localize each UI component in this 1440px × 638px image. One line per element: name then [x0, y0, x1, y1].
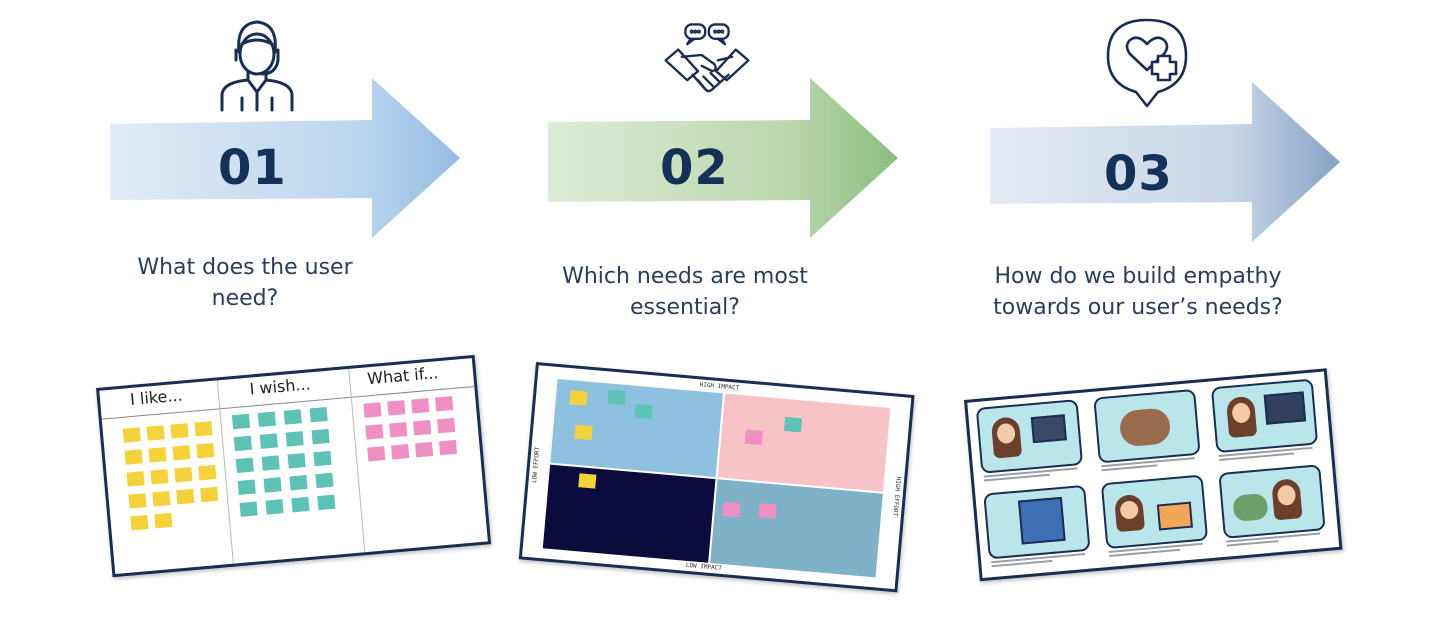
column-title-whatif: What if...	[366, 363, 440, 389]
quadrant-fill-ins	[542, 464, 716, 563]
swatches-illustration	[1156, 501, 1193, 531]
sticky-note	[146, 425, 165, 441]
sticky-note	[263, 477, 282, 493]
matrix-top-label: HIGH IMPACT	[699, 381, 740, 392]
sticky-note	[758, 503, 777, 519]
sticky-note	[783, 416, 803, 433]
sticky-note	[198, 464, 217, 481]
sticky-note	[176, 488, 195, 505]
step-question: Which needs are most essential?	[562, 264, 808, 320]
sticky-note	[265, 499, 284, 515]
sticky-note	[128, 493, 147, 509]
sticky-note	[237, 479, 256, 495]
sticky-note	[365, 424, 384, 440]
sticky-note	[239, 501, 258, 517]
empathy-storyboard	[964, 368, 1343, 582]
sticky-note	[363, 402, 382, 418]
sticky-note	[415, 441, 434, 458]
sticky-note	[170, 423, 189, 439]
step-number: 03	[1104, 146, 1173, 202]
sticky-note	[285, 431, 304, 447]
sticky-note	[315, 472, 334, 489]
sticky-note	[367, 446, 386, 462]
sticky-note	[148, 447, 167, 463]
sticky-note	[196, 442, 215, 459]
sticky-note	[317, 494, 336, 511]
affinity-board: I like... I wish... What if...	[96, 354, 492, 578]
sticky-note	[391, 444, 410, 460]
sticky-note	[578, 473, 597, 489]
sticky-note	[150, 469, 169, 485]
sticky-note	[291, 496, 310, 513]
sticky-note	[172, 445, 191, 461]
impact-effort-matrix: HIGH IMPACT LOW IMPACT LOW EFFORT HIGH E…	[518, 362, 915, 593]
sticky-note	[126, 471, 145, 487]
sticky-note	[200, 486, 219, 503]
sticky-note	[722, 501, 741, 518]
sticky-note	[311, 428, 330, 445]
column-title-wish: I wish...	[248, 374, 312, 399]
sticky-note	[231, 413, 251, 430]
sticky-note	[607, 389, 626, 405]
sticky-note	[261, 455, 280, 471]
sticky-note	[411, 398, 430, 414]
sticky-note	[287, 453, 306, 469]
sticky-note	[233, 435, 252, 452]
sticky-note	[634, 403, 653, 420]
step-number: 02	[660, 140, 729, 196]
floorplan-illustration	[1017, 496, 1066, 545]
matrix-left-label: LOW EFFORT	[531, 446, 542, 484]
sticky-note	[194, 421, 213, 437]
sticky-note	[389, 422, 408, 438]
step-question: How do we build empathy towards our user…	[993, 264, 1283, 320]
sticky-note	[130, 515, 149, 531]
sticky-note	[569, 390, 588, 406]
step-question: What does the user need?	[137, 255, 353, 311]
sticky-note	[124, 449, 143, 465]
screen-illustration	[1263, 391, 1307, 425]
step-3: 03 How do we build empathy towards our u…	[880, 0, 1343, 638]
step-number: 01	[218, 140, 287, 196]
sticky-note	[574, 424, 593, 441]
quadrant-thankless	[710, 479, 883, 578]
quadrant-major-projects	[717, 393, 891, 492]
sticky-note	[313, 450, 332, 467]
sticky-note	[283, 409, 302, 425]
step-1: 01 What does the user need? I like... I …	[0, 0, 492, 638]
sticky-note	[257, 411, 276, 427]
sticky-note	[387, 400, 406, 416]
sticky-note	[174, 466, 193, 483]
sticky-note	[154, 512, 173, 529]
sticky-note	[413, 420, 432, 436]
sticky-note	[259, 433, 278, 449]
monitor-illustration	[1030, 414, 1067, 444]
step-2: 02 Which needs are most essential? HIGH …	[440, 0, 915, 638]
sticky-note	[309, 406, 328, 423]
sticky-note	[152, 491, 171, 507]
column-title-like: I like...	[129, 385, 184, 410]
sticky-note	[289, 474, 308, 491]
sticky-note	[744, 429, 763, 445]
sticky-note	[235, 457, 254, 474]
sticky-note	[122, 427, 141, 443]
